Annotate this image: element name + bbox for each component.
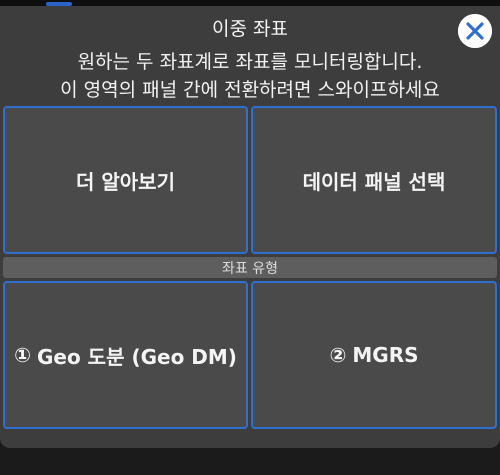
select-data-panel-button[interactable]: 데이터 패널 선택 [251,106,497,254]
close-button[interactable] [458,14,492,48]
coordinate-type-section-header: 좌표 유형 [3,257,497,278]
learn-more-button[interactable]: 더 알아보기 [3,106,248,254]
coordinate-type-label: Geo 도분 (Geo DM) [37,344,237,369]
coordinate-type-section-label: 좌표 유형 [222,260,278,277]
coordinate-type-label: MGRS [352,343,419,367]
dialog-subtitle-line1: 원하는 두 좌표계로 좌표를 모니터링합니다. [77,51,423,73]
dialog-subtitle-line2: 이 영역의 패널 간에 전환하려면 스와이프하세요 [60,79,440,101]
select-data-panel-label: 데이터 패널 선택 [302,169,446,194]
close-icon [458,14,492,48]
coordinate-type-number: ① [14,343,31,367]
coordinate-type-mgrs-button[interactable]: ② MGRS [251,281,497,429]
learn-more-label: 더 알아보기 [76,169,175,194]
dialog-title: 이중 좌표 [212,18,288,40]
coordinate-type-number: ② [329,343,347,367]
dual-coordinate-dialog: 이중 좌표 원하는 두 좌표계로 좌표를 모니터링합니다. 이 영역의 패널 간… [0,6,500,448]
coordinate-type-geo-dm-button[interactable]: ① Geo 도분 (Geo DM) [3,281,248,429]
